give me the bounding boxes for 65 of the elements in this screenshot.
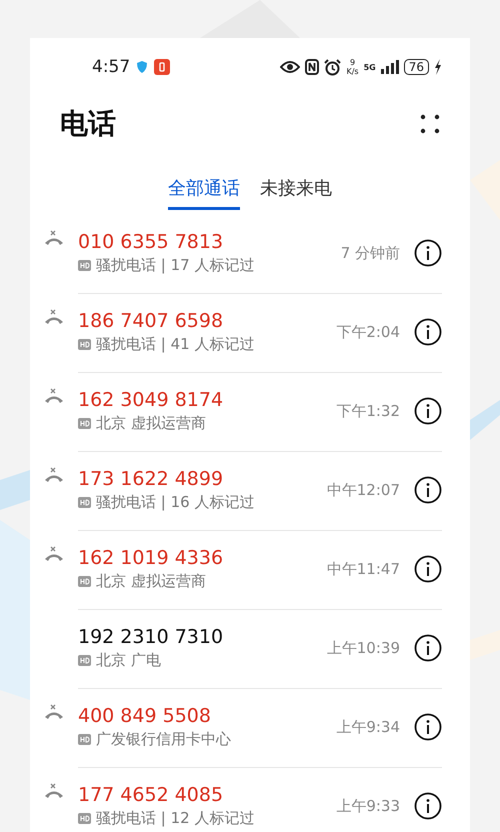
missed-call-icon: [44, 388, 64, 404]
info-icon[interactable]: [414, 318, 442, 346]
network-label: 5G: [364, 62, 376, 72]
info-icon[interactable]: [414, 634, 442, 662]
charging-icon: [434, 59, 442, 75]
hd-icon: [78, 655, 91, 666]
battery-level: 76: [404, 59, 429, 75]
phone-number[interactable]: 186 7407 6598: [78, 310, 336, 332]
speed-unit: K/s: [346, 67, 359, 76]
missed-call-icon: [44, 546, 64, 562]
phone-number[interactable]: 192 2310 7310: [78, 626, 327, 648]
nfc-icon: [305, 59, 320, 75]
call-time: 下午2:04: [336, 322, 400, 342]
call-time: 上午9:33: [336, 796, 400, 816]
missed-call-icon: [44, 467, 64, 483]
info-icon[interactable]: [414, 239, 442, 267]
call-detail: 北京 虚拟运营商: [96, 572, 206, 591]
phone-number[interactable]: 162 3049 8174: [78, 389, 336, 411]
shield-icon: [136, 60, 148, 74]
info-icon[interactable]: [414, 713, 442, 741]
page-title: 电话: [60, 106, 116, 142]
phone-number[interactable]: 400 849 5508: [78, 705, 336, 727]
speed-value: 9: [350, 58, 356, 67]
tab[interactable]: 未接来电: [260, 174, 332, 210]
alarm-icon: [324, 58, 342, 76]
call-detail: 骚扰电话 | 16 人标记过: [96, 493, 254, 512]
app-notification-icon: [154, 59, 170, 75]
more-icon[interactable]: [420, 114, 440, 134]
call-time: 中午11:47: [326, 560, 400, 578]
hd-icon: [78, 813, 91, 824]
info-icon[interactable]: [414, 397, 442, 425]
signal-icon: [380, 60, 399, 74]
call-detail: 北京 虚拟运营商: [96, 414, 206, 433]
missed-call-icon: [44, 230, 64, 246]
info-icon[interactable]: [414, 555, 442, 583]
phone-number[interactable]: 177 4652 4085: [78, 784, 336, 806]
call-detail: 北京 广电: [96, 651, 161, 670]
missed-call-icon: [44, 704, 64, 720]
background-shape: [0, 470, 30, 510]
call-time: 7 分钟前: [340, 244, 400, 262]
hd-icon: [78, 734, 91, 745]
call-detail: 骚扰电话 | 41 人标记过: [96, 335, 254, 354]
status-time: 4:57: [92, 57, 130, 77]
hd-icon: [78, 339, 91, 350]
background-shape: [470, 400, 500, 440]
info-icon[interactable]: [414, 792, 442, 820]
hd-icon: [78, 260, 91, 271]
call-time: 上午10:39: [326, 638, 400, 658]
info-icon[interactable]: [414, 476, 442, 504]
call-detail: 骚扰电话 | 17 人标记过: [96, 256, 254, 275]
tab[interactable]: 全部通话: [168, 174, 240, 210]
missed-call-icon: [44, 783, 64, 799]
eye-icon: [280, 60, 300, 74]
phone-number[interactable]: 173 1622 4899: [78, 468, 327, 490]
phone-number[interactable]: 010 6355 7813: [78, 231, 341, 253]
call-time: 中午12:07: [326, 480, 400, 500]
hd-icon: [78, 497, 91, 508]
phone-number[interactable]: 162 1019 4336: [78, 547, 327, 569]
hd-icon: [78, 576, 91, 587]
call-detail: 骚扰电话 | 12 人标记过: [96, 809, 254, 828]
call-detail: 广发银行信用卡中心: [96, 730, 231, 749]
call-time: 下午1:32: [336, 402, 400, 420]
call-time: 上午9:34: [336, 718, 400, 736]
hd-icon: [78, 418, 91, 429]
missed-call-icon: [44, 309, 64, 325]
